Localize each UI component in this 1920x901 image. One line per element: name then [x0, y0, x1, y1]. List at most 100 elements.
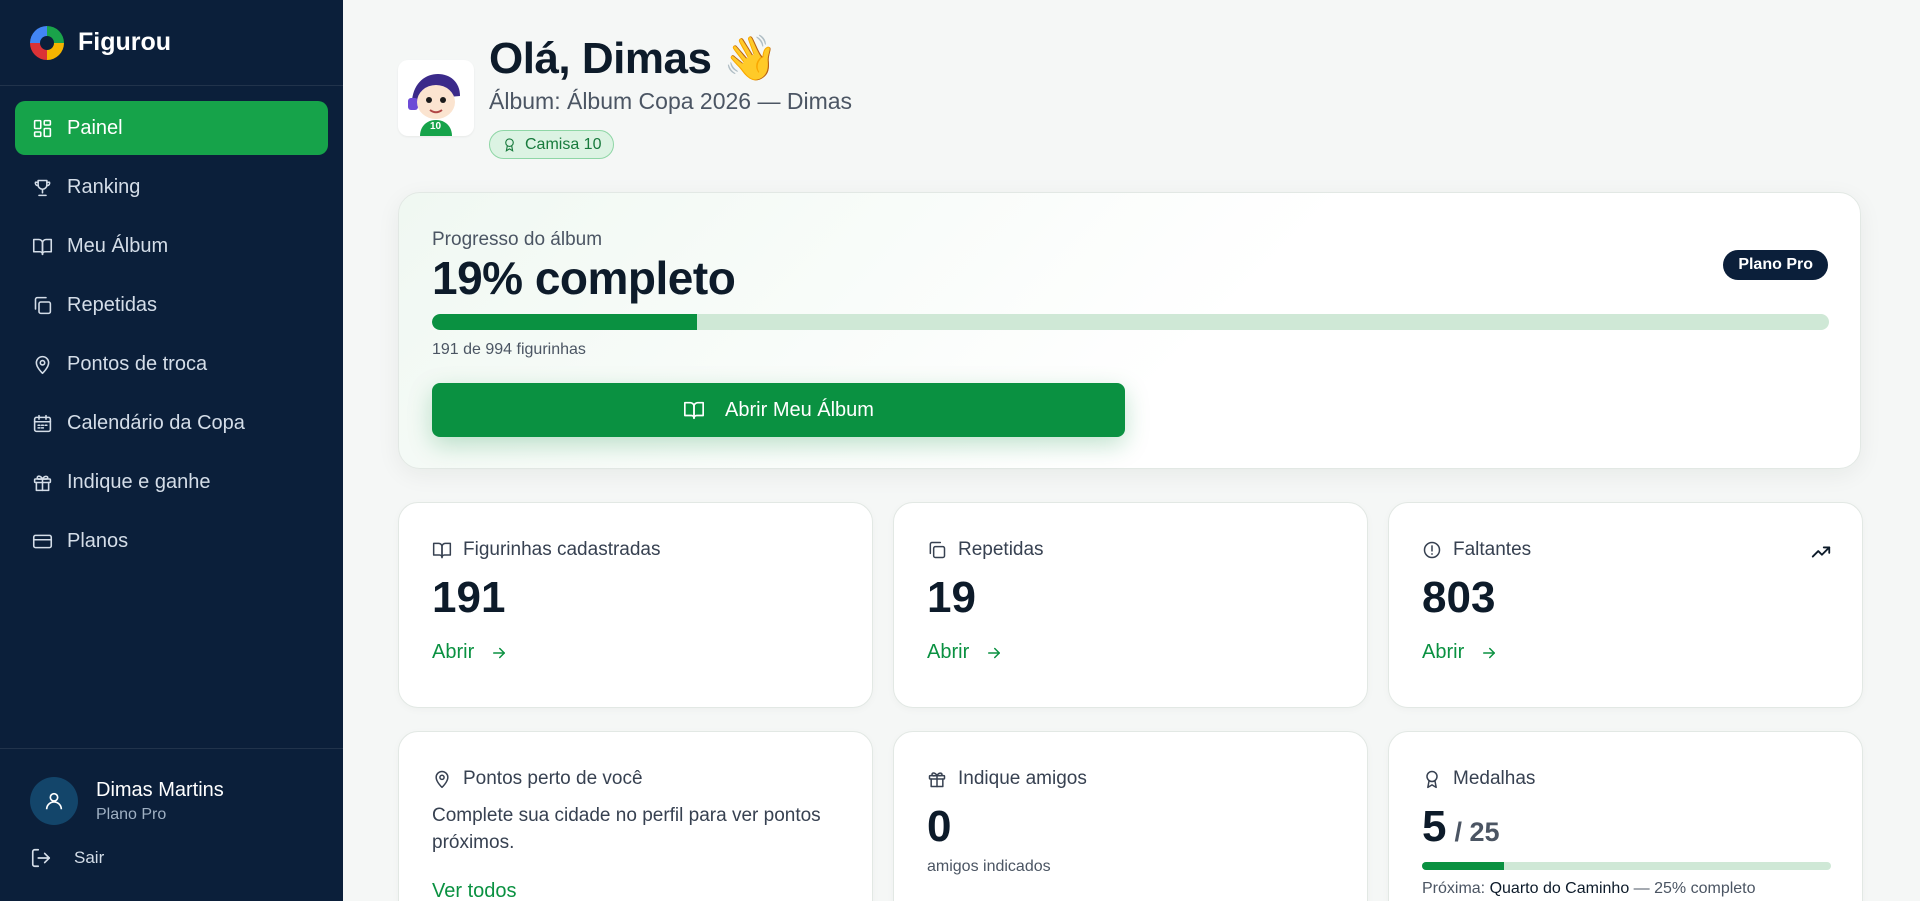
medals-progress-bar [1422, 862, 1831, 870]
copy-icon [31, 294, 53, 316]
progress-bar [432, 314, 1829, 330]
medals-total: / 25 [1454, 817, 1500, 847]
stat-title: Repetidas [958, 539, 1044, 560]
award-icon [1426, 770, 1438, 789]
page-title: Olá, Dimas 👋 [489, 34, 778, 83]
rank-badge-label: Camisa 10 [525, 135, 602, 153]
sidebar-item-meu-album[interactable]: Meu Álbum [15, 219, 328, 273]
gift-icon [928, 772, 946, 788]
sidebar-item-label: Pontos de troca [67, 352, 208, 375]
user-name: Dimas Martins [96, 778, 224, 801]
main-content: 10 Olá, Dimas 👋 Álbum: Álbum Copa 2026 —… [343, 0, 1920, 901]
brand-name: Figurou [78, 28, 172, 56]
arrow-right-icon [493, 647, 506, 658]
logout-button[interactable]: Sair [0, 825, 343, 869]
stat-open-link[interactable]: Abrir [432, 641, 508, 664]
brand-logo-icon [30, 25, 64, 60]
stat-title: Figurinhas cadastradas [463, 539, 661, 560]
referral-subtitle: amigos indicados [927, 858, 1051, 875]
sidebar-item-label: Meu Álbum [67, 234, 169, 257]
credit-card-icon [31, 530, 53, 552]
rank-badge: Camisa 10 [489, 130, 615, 159]
sidebar-item-label: Calendário da Copa [67, 411, 245, 434]
card-title: Pontos perto de você [463, 768, 643, 789]
stat-value: 803 [1422, 573, 1496, 622]
sidebar-item-label: Indique e ganhe [67, 470, 211, 493]
avatar [30, 777, 78, 825]
see-all-label: Ver todos [432, 880, 517, 901]
stat-card-cadastradas: Figurinhas cadastradas 191 Abrir [398, 502, 873, 708]
next-medal-name: Quarto do Caminho [1489, 880, 1630, 897]
sidebar: Figurou Painel Ranking Meu Álbum Repetid… [0, 0, 343, 901]
sidebar-item-label: Repetidas [67, 293, 158, 316]
mascot-avatar: 10 [398, 60, 474, 136]
sidebar-item-calendario[interactable]: Calendário da Copa [15, 396, 328, 450]
sidebar-item-label: Planos [67, 529, 129, 552]
card-title: Indique amigos [958, 768, 1087, 789]
nearby-points-card: Pontos perto de você Complete sua cidade… [398, 731, 873, 901]
gift-icon [31, 471, 53, 493]
card-title: Medalhas [1453, 768, 1536, 789]
open-album-label: Abrir Meu Álbum [725, 398, 874, 421]
progress-label: Progresso do álbum [432, 229, 603, 250]
see-all-link[interactable]: Ver todos [432, 880, 517, 901]
sidebar-item-label: Painel [67, 116, 123, 139]
map-pin-icon [435, 770, 449, 789]
brand[interactable]: Figurou [0, 0, 343, 86]
welcome-header: 10 Olá, Dimas 👋 Álbum: Álbum Copa 2026 —… [398, 34, 852, 159]
stat-value: 19 [927, 573, 976, 622]
progress-bar-fill [432, 314, 698, 330]
trending-up-icon [1810, 541, 1832, 568]
stat-card-repetidas: Repetidas 19 Abrir [893, 502, 1368, 708]
stat-title: Faltantes [1453, 539, 1532, 560]
sidebar-item-pontos-de-troca[interactable]: Pontos de troca [15, 337, 328, 391]
trophy-icon [31, 176, 53, 198]
medals-count: 5 [1422, 802, 1447, 851]
stat-open-link[interactable]: Abrir [927, 641, 1003, 664]
sidebar-nav: Painel Ranking Meu Álbum Repetidas Ponto… [0, 86, 343, 568]
copy-icon [929, 541, 946, 559]
stat-link-label: Abrir [927, 641, 970, 663]
user-profile[interactable]: Dimas Martins Plano Pro [0, 749, 343, 825]
arrow-right-icon [1483, 647, 1496, 658]
sidebar-item-label: Ranking [67, 175, 141, 198]
arrow-right-icon [988, 647, 1001, 658]
book-icon [432, 542, 452, 559]
stat-link-label: Abrir [1422, 641, 1465, 663]
user-plan: Plano Pro [96, 805, 167, 823]
sidebar-item-ranking[interactable]: Ranking [15, 160, 328, 214]
dashboard-icon [31, 117, 53, 139]
stat-card-faltantes: Faltantes 803 Abrir [1388, 502, 1863, 708]
open-album-button[interactable]: Abrir Meu Álbum [432, 383, 1125, 437]
map-pin-icon [31, 353, 53, 375]
stat-open-link[interactable]: Abrir [1422, 641, 1498, 664]
stat-value: 191 [432, 573, 506, 622]
medals-card: Medalhas 5 / 25 Próxima: Quarto do Camin… [1388, 731, 1863, 901]
mascot-jersey-number: 10 [430, 121, 442, 132]
next-medal: Próxima: Quarto do Caminho — 25% complet… [1422, 880, 1756, 898]
card-description: Complete sua cidade no perfil para ver p… [432, 805, 821, 853]
logout-label: Sair [74, 848, 105, 867]
book-icon [684, 401, 705, 420]
album-progress-card: Progresso do álbum 19% completo Plano Pr… [398, 192, 1861, 469]
user-icon [45, 792, 63, 810]
sidebar-footer: Dimas Martins Plano Pro Sair [0, 748, 343, 901]
calendar-icon [31, 412, 53, 434]
medals-progress-fill [1422, 862, 1504, 870]
alert-circle-icon [1423, 541, 1441, 559]
sidebar-item-repetidas[interactable]: Repetidas [15, 278, 328, 332]
next-medal-suffix: — 25% completo [1633, 880, 1756, 897]
sidebar-item-indique-e-ganhe[interactable]: Indique e ganhe [15, 455, 328, 509]
referral-count: 0 [927, 802, 952, 851]
referral-card: Indique amigos 0 amigos indicados [893, 731, 1368, 901]
sidebar-item-planos[interactable]: Planos [15, 514, 328, 568]
plan-badge: Plano Pro [1723, 250, 1828, 280]
book-icon [31, 235, 53, 257]
progress-value: 19% completo [432, 252, 736, 304]
progress-count: 191 de 994 figurinhas [432, 341, 586, 358]
album-name: Álbum: Álbum Copa 2026 — Dimas [489, 88, 853, 114]
stat-link-label: Abrir [432, 641, 475, 663]
next-medal-prefix: Próxima: [1422, 880, 1486, 897]
sidebar-item-painel[interactable]: Painel [15, 101, 328, 155]
logout-icon [31, 848, 51, 868]
